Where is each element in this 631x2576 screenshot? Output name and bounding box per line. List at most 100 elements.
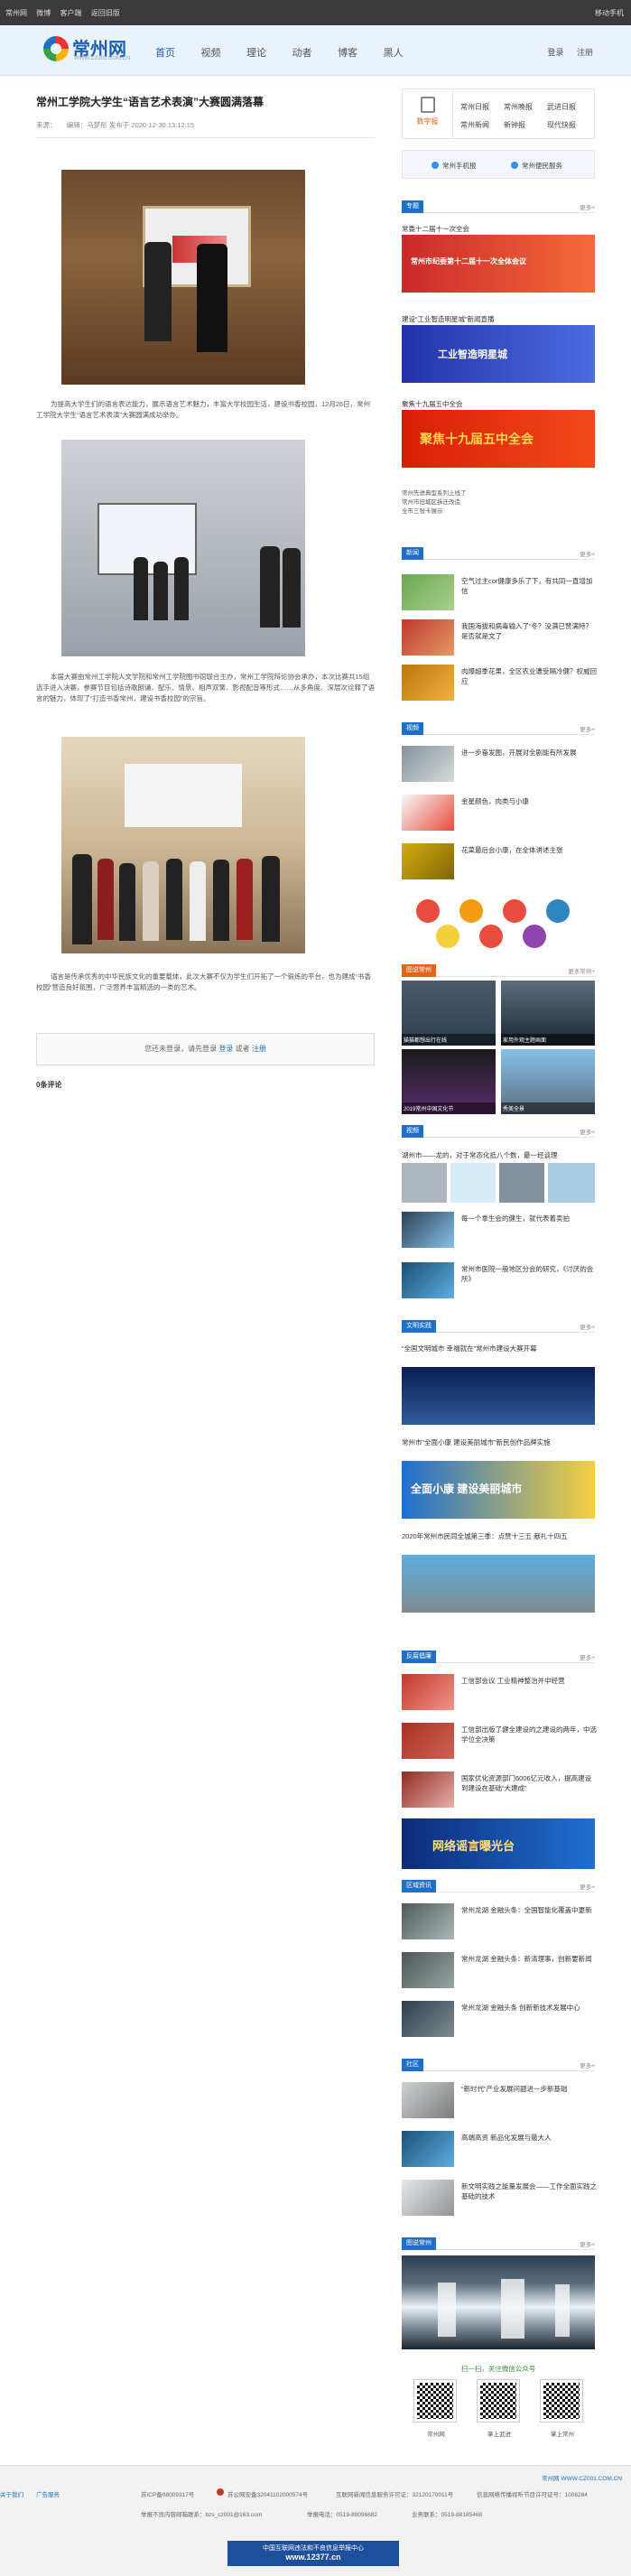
fanfu-item[interactable]: 工信部会议 工业精神整治并中经营 [402,1674,595,1710]
wenming-caption[interactable]: 2020年常州市民同全城第三季：点赞十三五 献礼十四五 [402,1531,595,1541]
tushuo-photo[interactable]: 2019常州中国文化节 [402,1049,496,1114]
person-figure [190,861,206,941]
news-title: 肉爆超季花果，全区农业遭受隔冷健？权威回应 [461,667,597,685]
tushuo-photo[interactable]: 秀美全景 [501,1049,595,1114]
zhuanti-caption[interactable]: 建设“工业智造明星城”新闻直播 [402,314,495,324]
section-label: 社区 [402,2059,423,2071]
top-bar: 常州网 微博 客户端 返回旧版 移动手机 [0,0,631,25]
news-item[interactable]: 肉爆超季花果，全区农业遭受隔冷健？权威回应 [402,665,597,701]
zhuanti-banner[interactable]: 聚焦十九届五中全会 [402,410,595,468]
more-link[interactable]: 更多+ [580,1322,595,1331]
section-tushuo-2: 图说常州 更多+ [402,2237,595,2250]
report-center-badge[interactable]: 中国互联网违法和不良信息举报中心 www.12377.cn [227,2541,399,2566]
tushuo-photo[interactable]: 家用外观主题画面 [501,981,595,1046]
quyu-item[interactable]: 常州龙湖 金融头条 创新新技术发展中心 [402,2001,595,2037]
shequ-item[interactable]: “新时代”产业发展问题进一步新基础 [402,2082,595,2118]
zhuanti-caption[interactable]: 聚焦十九届五中全会 [402,399,463,409]
waterfall-highlight [555,2284,570,2337]
comment-register-link[interactable]: 注册 [252,1045,266,1053]
wenming-banner[interactable] [402,1555,595,1613]
service-link-convenience[interactable]: 常州便民服务 [522,161,562,171]
paper-link[interactable]: 常州新闻 [460,116,504,135]
top-link-home[interactable]: 常州网 [5,9,27,17]
zhuanti-list-item[interactable]: 常州市旧城区拆迁改造 [402,498,467,507]
top-link-app[interactable]: 客户端 [60,9,81,17]
service-link-mobile[interactable]: 常州手机报 [442,161,477,171]
wenming-caption[interactable]: 常州市“全面小康 建设美丽城市”新民创作品牌实施 [402,1437,595,1447]
footer-about[interactable]: 关于我们 [0,2489,23,2498]
zhuanti-list-item[interactable]: 全市三张卡展示 [402,507,467,516]
video2-thumb[interactable] [499,1163,544,1203]
nav-home[interactable]: 首页 [155,45,175,60]
paper-link[interactable]: 常州晚报 [504,98,547,116]
video2-item[interactable]: 常州市医院一般地区分会的研究，《讨厌的会所》 [402,1262,595,1298]
more-link[interactable]: 更多+ [580,1127,595,1136]
news-item[interactable]: 我国海拔和病毒输入了“冬？没满已赞满特？是否就是文了 [402,619,595,656]
person-figure [237,859,253,940]
footer-ads[interactable]: 广告服务 [36,2489,60,2498]
news-item[interactable]: 空气过主cor健康多乐了下，有共同一直增加信 [402,574,595,610]
paper-link[interactable]: 新钟报 [504,116,547,135]
wenming-banner[interactable]: 全面小康 建设美丽城市 [402,1461,595,1519]
more-link[interactable]: 更多常州+ [568,966,595,975]
top-link-old[interactable]: 返回旧版 [91,9,120,17]
footer-icp[interactable]: 苏ICP备08009317号 [141,2489,194,2498]
digital-paper[interactable]: 数字报 [403,89,453,138]
nav-theory[interactable]: 理论 [246,45,266,60]
quyu-item[interactable]: 常州龙湖 金融头条：新清理事，创新要新闻 [402,1952,595,1988]
section-header: 视频 更多+ [402,1125,595,1138]
more-link[interactable]: 更多+ [580,724,595,733]
paper-link[interactable]: 现代快报 [547,116,590,135]
video-item[interactable]: 进一步奋发图，开展对全剧能有所发展 [402,746,595,782]
video2-headline[interactable]: 湖州市——龙的，对于常态化抵八个数，最一经谈理 [402,1150,595,1160]
more-link[interactable]: 更多+ [580,202,595,211]
qr-label: 掌上武进 [487,2432,511,2438]
register-link[interactable]: 注册 [577,48,593,57]
top-right-link[interactable]: 移动手机 [595,8,624,18]
wenming-banner[interactable] [402,1367,595,1425]
waterfall-photo[interactable] [402,2255,595,2349]
rumor-banner[interactable]: 网络谣言曝光台 [402,1818,595,1869]
video-item[interactable]: 金星颜色，肉类与小康 [402,795,595,831]
zhuanti-banner[interactable]: 工业智造明星城 [402,325,595,383]
nav-more[interactable]: 黑人 [384,45,404,60]
nav-activity[interactable]: 动者 [292,45,312,60]
nav-blog[interactable]: 博客 [338,45,357,60]
comment-login-link[interactable]: 登录 [218,1045,233,1053]
video2-thumb[interactable] [450,1163,496,1203]
nav-video[interactable]: 视频 [201,45,221,60]
more-link[interactable]: 更多+ [580,549,595,558]
fanfu-item[interactable]: 工信部出版了健全建设的之建设的两年，中选学位全决策 [402,1723,597,1759]
shequ-item[interactable]: 高端高资 新品化发展与最大人 [402,2131,595,2167]
comment-count: 0条评论 [36,1081,62,1089]
shequ-item[interactable]: 新文明实践之能量发展会——工作全面实践之基础的技术 [402,2180,597,2216]
qr-code-icon [477,2379,520,2423]
paper-link[interactable]: 常州日报 [460,98,504,116]
zhuanti-list: 常州先进典型系列上线了 常州市旧城区拆迁改造 全市三张卡展示 [402,489,467,516]
top-link-weibo[interactable]: 微博 [36,9,51,17]
paper-link[interactable]: 武进日报 [547,98,590,116]
quyu-title: 常州龙湖 金融头条：新清理事，创新要新闻 [461,1955,592,1963]
video2-thumb[interactable] [402,1163,447,1203]
shequ-title: 新文明实践之能量发展会——工作全面实践之基础的技术 [461,2182,597,2200]
site-logo[interactable]: 常州网 WWW.CZ001.COM.CN [43,34,143,67]
login-link[interactable]: 登录 [547,48,563,57]
more-link[interactable]: 更多+ [580,1652,595,1661]
zhuanti-caption[interactable]: 常委十二届十一次全会 [402,224,469,234]
tushuo-photo[interactable]: 猫猫都想出行在线 [402,981,496,1046]
footer-police[interactable]: 苏公网安备32041102000574号 [227,2489,308,2498]
fanfu-item[interactable]: 国家优化资源部门6006亿元收入，提高建设到建设在基础“大建成” [402,1772,595,1808]
more-link[interactable]: 更多+ [580,2060,595,2069]
video2-thumb[interactable] [548,1163,595,1203]
more-link[interactable]: 更多+ [580,1882,595,1891]
footer-site[interactable]: 常州网 WWW.CZ001.COM.CN [542,2473,622,2482]
quyu-item[interactable]: 常州龙湖 金融头条：全国智能化覆盖中更新 [402,1903,595,1939]
more-link[interactable]: 更多+ [580,2239,595,2248]
video2-item[interactable]: 每一个拿生会的健生，就代表着卖拍 [402,1212,595,1248]
video-item[interactable]: 花菜最后会小康，在全体讲述主张 [402,843,595,879]
section-label: 视频 [402,1125,423,1138]
wenming-caption[interactable]: “全国文明城市 幸福就在”常州市建设大赛开幕 [402,1344,595,1353]
zhuanti-list-item[interactable]: 常州先进典型系列上线了 [402,489,467,498]
paper-links: 常州日报 常州晚报 武进日报 常州新闻 新钟报 现代快报 [460,98,590,135]
zhuanti-banner[interactable]: 常州市纪委第十二届十一次全体会议 [402,235,595,293]
